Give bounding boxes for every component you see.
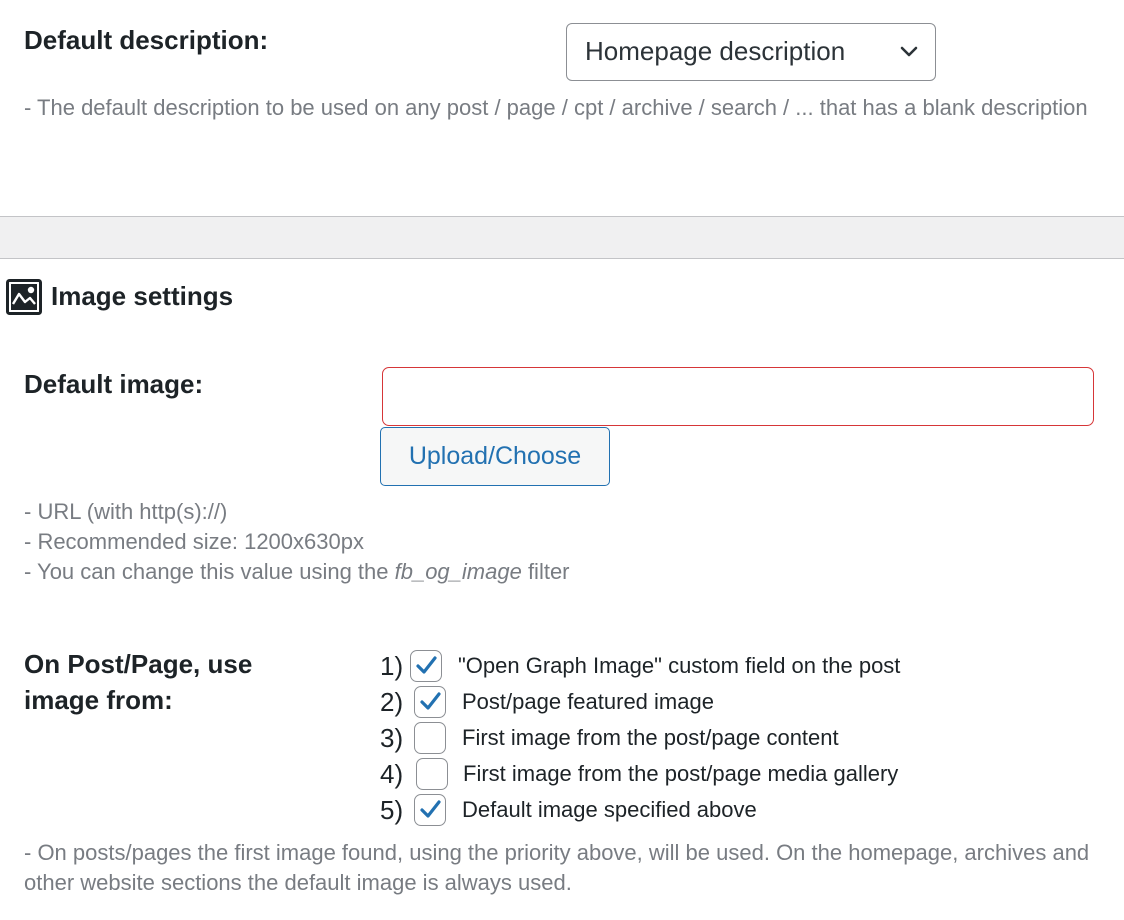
first-content-image-checkbox[interactable] [414, 722, 446, 754]
option-label: First image from the post/page media gal… [463, 761, 899, 786]
first-gallery-image-checkbox[interactable] [416, 758, 448, 790]
use-image-from-help: - On posts/pages the first image found, … [24, 840, 1090, 895]
default-image-url-input[interactable] [382, 367, 1094, 426]
section-separator [0, 216, 1124, 259]
option-number: 3) [380, 723, 404, 753]
option-number: 5) [380, 795, 404, 825]
default-image-help-filter: - You can change this value using the fb… [24, 557, 570, 587]
open-graph-image-field-checkbox[interactable] [410, 650, 442, 682]
upload-choose-button[interactable]: Upload/Choose [380, 427, 610, 486]
option-label: First image from the post/page content [462, 725, 839, 750]
default-image-help-url: - URL (with http(s)://) [24, 499, 228, 524]
image-icon [6, 279, 42, 315]
image-settings-title: Image settings [51, 281, 234, 311]
help-filter-name: fb_og_image [394, 559, 522, 584]
use-image-from-label-line1: On Post/Page, use [24, 649, 253, 679]
help-filter-prefix: - You can change this value using the [24, 559, 395, 584]
option-number: 1) [380, 651, 404, 681]
default-description-label: Default description: [24, 25, 269, 55]
option-label: Default image specified above [462, 797, 757, 822]
checkmark-icon [420, 800, 441, 818]
select-value: Homepage description [585, 36, 846, 66]
option-number: 2) [380, 687, 404, 717]
default-description-help: - The default description to be used on … [24, 95, 1088, 120]
option-label: "Open Graph Image" custom field on the p… [458, 653, 901, 678]
default-image-checkbox[interactable] [414, 794, 446, 826]
checkmark-icon [420, 692, 441, 710]
use-image-from-label: On Post/Page, use image from: [24, 646, 252, 718]
chevron-down-icon [900, 46, 918, 57]
default-image-help-size: - Recommended size: 1200x630px [24, 529, 364, 554]
use-image-from-label-line2: image from: [24, 685, 173, 715]
help-filter-suffix: filter [521, 559, 570, 584]
default-image-label: Default image: [24, 369, 204, 399]
option-label: Post/page featured image [462, 689, 714, 714]
default-description-select[interactable]: Homepage description [566, 23, 936, 81]
featured-image-checkbox[interactable] [414, 686, 446, 718]
option-number: 4) [380, 759, 404, 789]
checkmark-icon [416, 656, 437, 674]
